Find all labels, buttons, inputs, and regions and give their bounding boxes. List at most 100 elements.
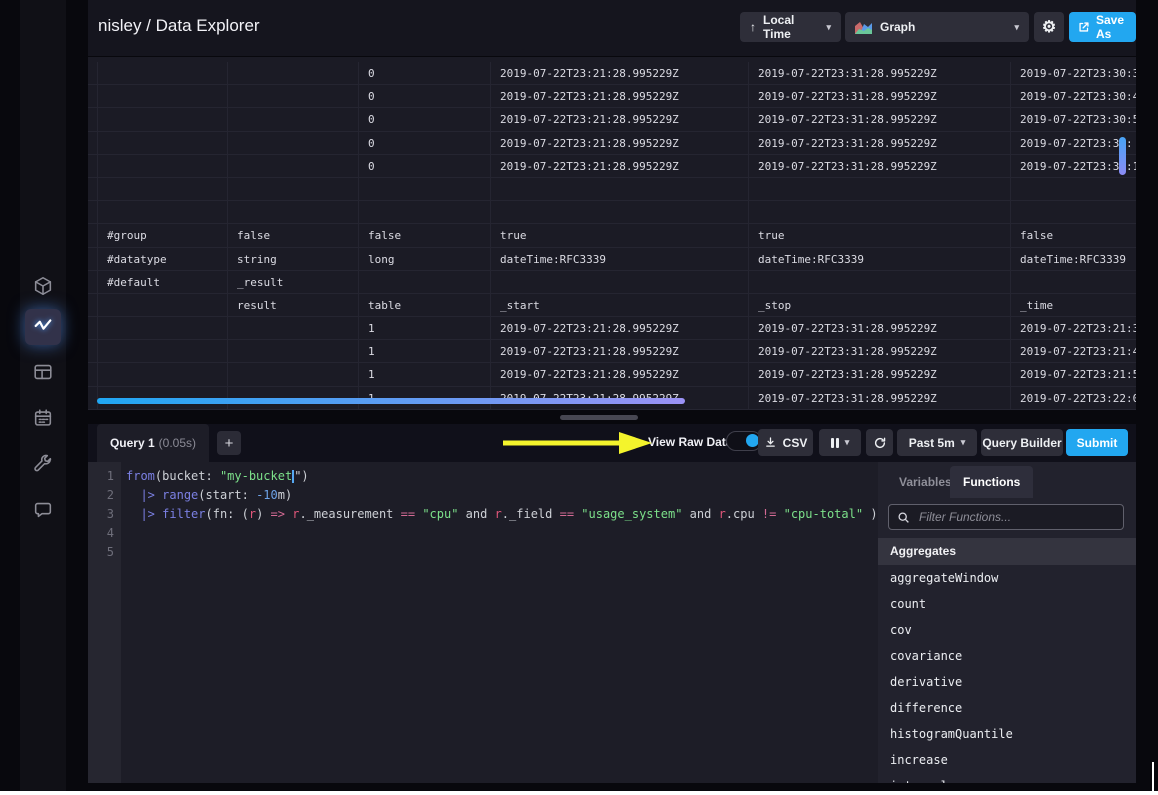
table-cell: 2019-07-22T23:21:28.995229Z	[490, 85, 748, 108]
table-cell: #datatype	[97, 248, 227, 271]
query-tab[interactable]: Query 1 (0.05s)	[97, 424, 209, 462]
table-cell: true	[490, 224, 748, 247]
table-cell: 1	[358, 363, 490, 386]
table-row: 02019-07-22T23:21:28.995229Z2019-07-22T2…	[88, 62, 1136, 85]
chat-bubble-icon	[32, 499, 54, 526]
function-list-item[interactable]: histogramQuantile	[878, 721, 1136, 747]
table-cell	[97, 363, 227, 386]
submit-label: Submit	[1077, 436, 1118, 450]
function-list: aggregateWindowcountcovcovariancederivat…	[878, 565, 1136, 783]
code-text: |> range(start: -10m)	[126, 486, 292, 505]
table-cell: 2019-07-22T23:31:28.995229Z	[748, 340, 1010, 363]
sidebar-item-data-explorer[interactable]	[25, 309, 61, 345]
function-list-item[interactable]: covariance	[878, 643, 1136, 669]
function-list-item[interactable]: count	[878, 591, 1136, 617]
query-builder-label: Query Builder	[982, 436, 1061, 450]
raw-data-table: 02019-07-22T23:21:28.995229Z2019-07-22T2…	[88, 62, 1136, 410]
query-builder-button[interactable]: Query Builder	[981, 429, 1063, 456]
table-cell	[97, 132, 227, 155]
table-cell: 0	[358, 62, 490, 85]
sidebar-item-feedback[interactable]	[25, 494, 61, 530]
search-input[interactable]	[917, 509, 1115, 525]
tab-functions[interactable]: Functions	[950, 466, 1033, 498]
query-toolbar: Query 1 (0.05s) + View Raw Data CSV ▾ Pa…	[88, 424, 1136, 462]
panel-resize-handle[interactable]	[560, 415, 638, 420]
time-range-dropdown[interactable]: Past 5m ▾	[897, 429, 977, 456]
left-nav-rail	[20, 0, 66, 795]
vertical-scrollbar[interactable]	[1119, 137, 1126, 175]
table-cell: result	[227, 294, 358, 317]
table-row: 02019-07-22T23:21:28.995229Z2019-07-22T2…	[88, 155, 1136, 178]
table-cell: #default	[97, 271, 227, 294]
table-cell: 2019-07-22T23:21:3	[1010, 317, 1136, 340]
table-row: 12019-07-22T23:21:28.995229Z2019-07-22T2…	[88, 363, 1136, 386]
table-row: resulttable_start_stop_time	[88, 294, 1136, 317]
sidebar-item-dashboards[interactable]	[25, 356, 61, 392]
table-cell: 0	[358, 85, 490, 108]
function-list-item[interactable]: aggregateWindow	[878, 565, 1136, 591]
table-cell	[748, 178, 1010, 201]
influxdb-data-explorer: nisley / Data Explorer ↑ Local Time ▾ Gr…	[0, 0, 1158, 795]
line-number: 5	[88, 543, 114, 562]
table-cell: 2019-07-22T23:21:28.995229Z	[490, 155, 748, 178]
table-cell: table	[358, 294, 490, 317]
table-cell: 0	[358, 132, 490, 155]
table-cell: 2019-07-22T23:21:28.995229Z	[490, 363, 748, 386]
visualization-dropdown[interactable]: Graph ▾	[845, 12, 1029, 42]
download-csv-button[interactable]: CSV	[758, 429, 813, 456]
table-cell: false	[1010, 224, 1136, 247]
table-cell: 2019-07-22T23:31:28.995229Z	[748, 387, 1010, 410]
function-list-item[interactable]: derivative	[878, 669, 1136, 695]
table-cell: 2019-07-22T23:21:28.995229Z	[490, 62, 748, 85]
table-cell: 2019-07-22T23:30:5	[1010, 108, 1136, 131]
table-cell	[97, 178, 227, 201]
window-bottom-edge	[0, 791, 1158, 795]
function-list-item[interactable]: difference	[878, 695, 1136, 721]
line-number: 1	[88, 467, 114, 486]
query-tab-label: Query 1	[110, 436, 155, 450]
table-row	[88, 201, 1136, 224]
table-cell	[1010, 201, 1136, 224]
table-row: #default_result	[88, 271, 1136, 294]
dashboard-grid-icon	[32, 361, 54, 388]
functions-panel: Variables Functions Aggregates aggregate…	[878, 462, 1136, 783]
submit-button[interactable]: Submit	[1066, 429, 1128, 456]
save-as-label: Save As	[1096, 13, 1128, 41]
table-cell: 2019-07-22T23:31:28.995229Z	[748, 85, 1010, 108]
save-as-button[interactable]: Save As	[1069, 12, 1136, 42]
sidebar-item-tasks[interactable]	[25, 402, 61, 438]
pause-dropdown-button[interactable]: ▾	[819, 429, 861, 456]
text-cursor-artifact	[1152, 762, 1154, 791]
wrench-icon	[32, 453, 54, 480]
sidebar-item-home[interactable]	[25, 270, 61, 306]
code-text: from(bucket: "my-bucket")	[126, 467, 309, 486]
function-list-item[interactable]: increase	[878, 747, 1136, 773]
table-cell: _result	[227, 271, 358, 294]
filter-functions-search[interactable]	[888, 504, 1124, 530]
settings-button[interactable]: ⚙	[1034, 12, 1064, 42]
timezone-dropdown[interactable]: ↑ Local Time ▾	[740, 12, 841, 42]
pause-icon	[831, 438, 839, 448]
table-cell: 2019-07-22T23:21:4	[1010, 340, 1136, 363]
table-cell: 0	[358, 108, 490, 131]
horizontal-scrollbar[interactable]	[97, 398, 685, 404]
refresh-button[interactable]	[866, 429, 893, 456]
function-list-item[interactable]: integral	[878, 773, 1136, 783]
view-raw-data-label: View Raw Data	[648, 435, 732, 449]
table-cell: long	[358, 248, 490, 271]
table-row: 02019-07-22T23:21:28.995229Z2019-07-22T2…	[88, 108, 1136, 131]
query-tab-duration: (0.05s)	[159, 436, 196, 450]
add-query-button[interactable]: +	[217, 431, 241, 455]
view-raw-data-toggle[interactable]	[726, 431, 762, 451]
table-cell	[97, 340, 227, 363]
csv-label: CSV	[783, 436, 808, 450]
table-cell: 2019-07-22T23:21:28.995229Z	[490, 132, 748, 155]
search-icon	[897, 511, 910, 524]
gear-icon: ⚙	[1042, 17, 1056, 37]
table-cell: 2019-07-22T23:31:28.995229Z	[748, 62, 1010, 85]
table-cell: dateTime:RFC3339	[748, 248, 1010, 271]
function-list-item[interactable]: cov	[878, 617, 1136, 643]
sidebar-item-settings[interactable]	[25, 448, 61, 484]
table-cell: 2019-07-22T23:21:28.995229Z	[490, 340, 748, 363]
table-cell: 2019-07-22T23:31:28.995229Z	[748, 108, 1010, 131]
